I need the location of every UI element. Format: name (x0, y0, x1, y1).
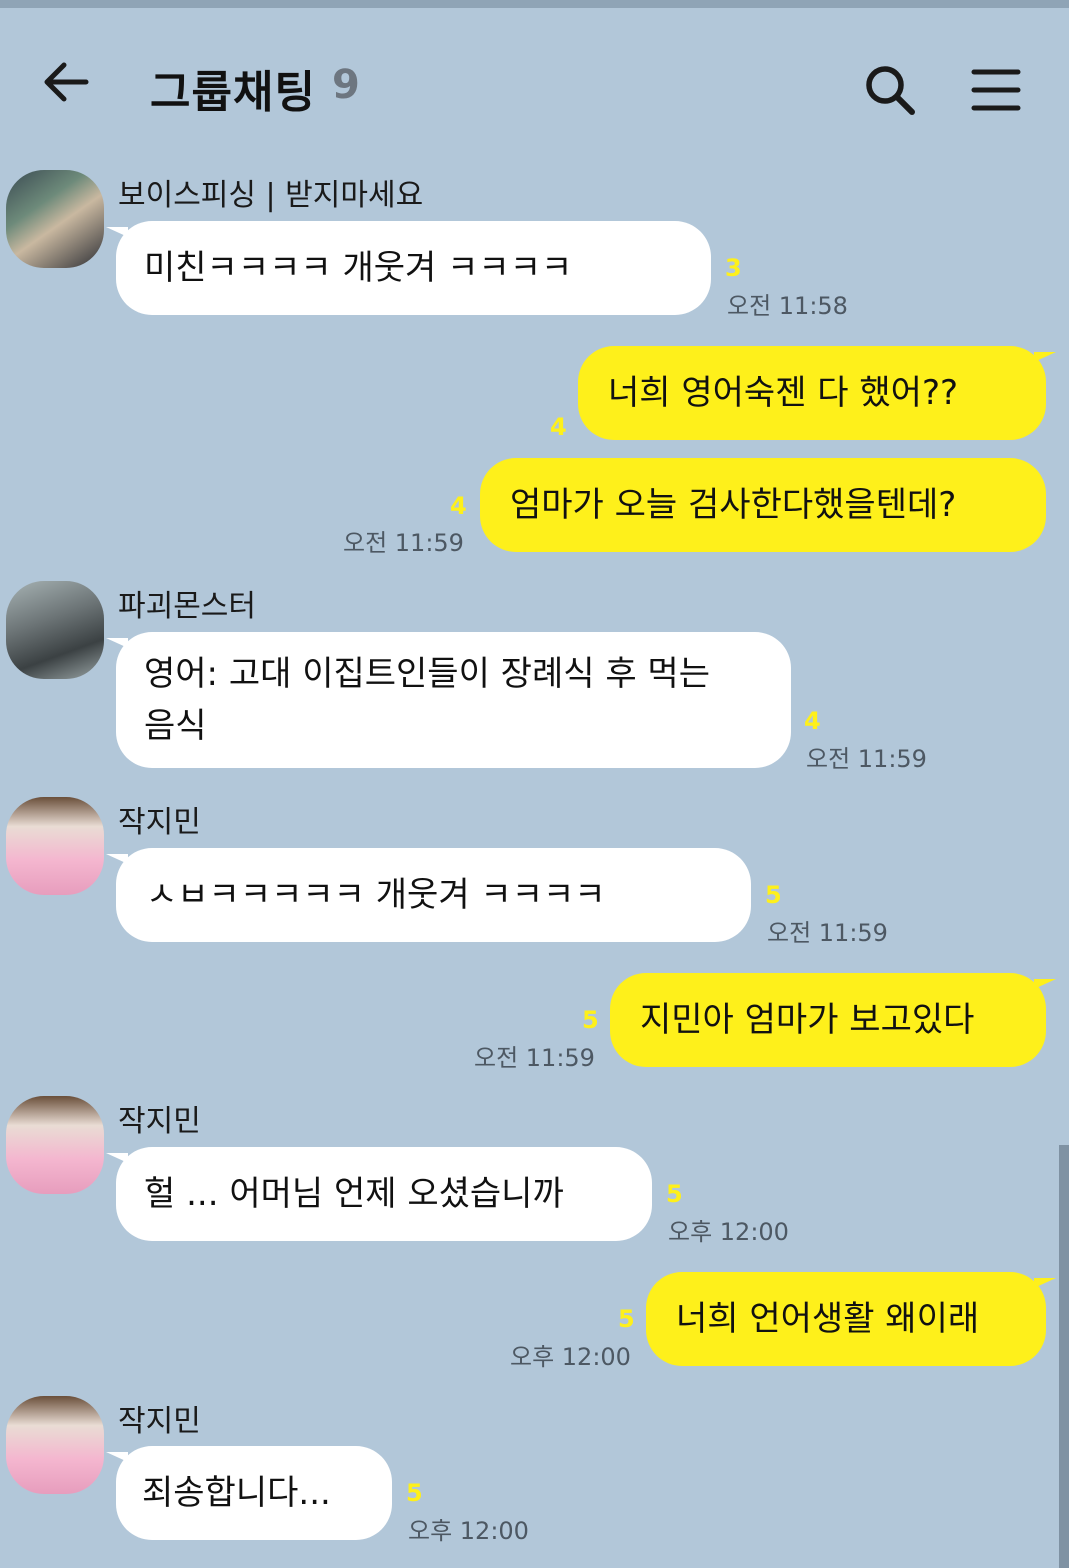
message-text: 지민아 엄마가 보고있다 (640, 1000, 975, 1040)
timestamp: 오후 12:00 (510, 1343, 631, 1371)
message-text: 너희 영어숙젠 다 했어?? (608, 373, 959, 413)
avatar[interactable] (6, 1396, 104, 1494)
message-bubble[interactable]: 너희 언어생활 왜이래 (646, 1272, 1056, 1366)
timestamp: 오전 11:59 (806, 745, 927, 773)
bubble-tail (106, 1153, 128, 1163)
avatar[interactable] (6, 581, 104, 679)
unread-count: 3 (725, 254, 742, 282)
message-bubble[interactable]: 엄마가 오늘 검사한다했을텐데? (480, 458, 1046, 552)
message-text: 헐 ... 어머님 언제 오셨습니까 (144, 1174, 564, 1214)
unread-count: 5 (666, 1180, 683, 1208)
sender-name: 파괴몬스터 (118, 589, 256, 624)
unread-count: 4 (450, 492, 467, 520)
timestamp: 오전 11:59 (343, 529, 464, 557)
message-text: 너희 언어생활 왜이래 (676, 1299, 980, 1339)
search-icon[interactable] (862, 62, 920, 120)
hamburger-menu-icon[interactable] (970, 66, 1022, 114)
back-arrow-icon[interactable] (40, 56, 92, 108)
message-text: 엄마가 오늘 검사한다했을텐데? (510, 485, 957, 525)
message-text: 죄송합니다... (142, 1473, 331, 1513)
unread-count: 4 (804, 707, 821, 735)
bubble-tail (106, 227, 128, 237)
message-text: 영어: 고대 이집트인들이 장례식 후 먹는 음식 (144, 654, 710, 746)
sender-name: 작지민 (118, 1104, 201, 1139)
page-title: 그룹채팅 (150, 67, 316, 118)
bubble-tail (1034, 1278, 1056, 1288)
avatar[interactable] (6, 170, 104, 268)
sender-name: 보이스피싱 | 받지마세요 (118, 178, 424, 213)
timestamp: 오전 11:59 (767, 919, 888, 947)
bubble-tail (106, 638, 128, 648)
unread-count: 5 (582, 1006, 599, 1034)
timestamp: 오후 12:00 (408, 1517, 529, 1545)
message-bubble[interactable]: 영어: 고대 이집트인들이 장례식 후 먹는 음식 (106, 632, 791, 768)
bubble-tail (1034, 352, 1056, 362)
message-text: ㅅㅂㅋㅋㅋㅋㅋ 개웃겨 ㅋㅋㅋㅋ (146, 875, 606, 915)
member-count: 9 (332, 62, 360, 108)
scrollbar[interactable] (1059, 1145, 1069, 1568)
chat-header: 그룹채팅 9 (0, 8, 1069, 148)
message-bubble[interactable]: 지민아 엄마가 보고있다 (610, 973, 1056, 1067)
bubble-tail (1034, 979, 1056, 989)
unread-count: 5 (618, 1305, 635, 1333)
unread-count: 5 (406, 1479, 423, 1507)
timestamp: 오후 12:00 (668, 1218, 789, 1246)
timestamp: 오전 11:58 (727, 292, 848, 320)
message-bubble[interactable]: 너희 영어숙젠 다 했어?? (578, 346, 1056, 440)
bubble-tail (106, 1452, 128, 1462)
bubble-tail (106, 854, 128, 864)
unread-count: 5 (765, 881, 782, 909)
avatar[interactable] (6, 797, 104, 895)
status-bar-strip (0, 0, 1069, 8)
unread-count: 4 (550, 413, 567, 441)
avatar[interactable] (6, 1096, 104, 1194)
message-bubble[interactable]: 죄송합니다... (106, 1446, 392, 1540)
timestamp: 오전 11:59 (474, 1044, 595, 1072)
message-bubble[interactable]: ㅅㅂㅋㅋㅋㅋㅋ 개웃겨 ㅋㅋㅋㅋ (106, 848, 751, 942)
sender-name: 작지민 (118, 805, 201, 840)
sender-name: 작지민 (118, 1404, 201, 1439)
message-text: 미친ㅋㅋㅋㅋ 개웃겨 ㅋㅋㅋㅋ (144, 248, 573, 288)
message-bubble[interactable]: 헐 ... 어머님 언제 오셨습니까 (106, 1147, 652, 1241)
message-bubble[interactable]: 미친ㅋㅋㅋㅋ 개웃겨 ㅋㅋㅋㅋ (106, 221, 711, 315)
